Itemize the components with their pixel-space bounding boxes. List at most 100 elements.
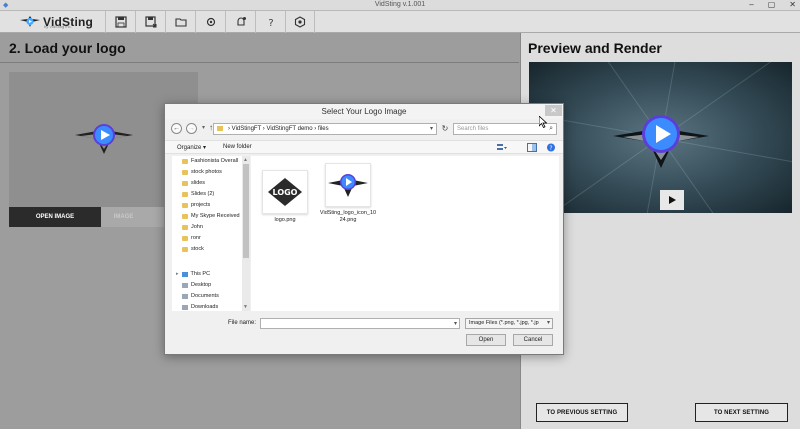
notifications-button[interactable]: [225, 11, 255, 33]
logo-subtitle: by VidSting Inc.: [44, 24, 72, 29]
file-thumbnail: [325, 163, 371, 207]
thumb-label: LOGO: [273, 188, 298, 197]
dialog-title: Select Your Logo Image: [165, 104, 563, 119]
chevron-down-icon: ▾: [546, 320, 550, 326]
close-icon[interactable]: ✕: [789, 0, 796, 9]
nav-item-label: Documents: [191, 293, 219, 299]
open-folder-button[interactable]: [165, 11, 195, 33]
scroll-down-icon[interactable]: ▼: [243, 304, 248, 310]
file-name-input[interactable]: ▾: [260, 318, 460, 329]
play-preview-button[interactable]: [660, 190, 684, 210]
refresh-icon: ↻: [441, 124, 449, 133]
downloads-icon: [182, 305, 188, 310]
nav-item-label: Fashionista Overall: [191, 158, 239, 164]
svg-text:?: ?: [549, 145, 552, 152]
cancel-button[interactable]: Cancel: [513, 334, 553, 346]
nav-folder-item[interactable]: John: [182, 222, 203, 233]
nav-item-label: This PC: [190, 271, 211, 277]
window-controls: – ▢ ✕: [749, 0, 796, 9]
forward-button[interactable]: →: [186, 123, 197, 134]
settings-button[interactable]: [285, 11, 315, 33]
file-type-value: Image Files (*.png, *.jpg, *.jp: [469, 320, 539, 326]
search-placeholder: Search files: [457, 126, 489, 132]
nav-item-label: stock photos: [191, 169, 222, 175]
open-image-tab[interactable]: OPEN IMAGE: [9, 207, 101, 227]
file-name-label: File name:: [228, 320, 257, 326]
window-titlebar: ◆ VidSting v.1.001 – ▢ ✕: [0, 0, 800, 11]
save-button[interactable]: [105, 11, 135, 33]
command-bar: Organize ▾ New folder ?: [165, 140, 563, 154]
folder-icon: [182, 159, 188, 164]
folder-icon: [182, 203, 188, 208]
preview-render-title: Preview and Render: [528, 40, 662, 56]
left-divider: [0, 62, 519, 63]
vidsting-logo-thumb-icon: [328, 174, 368, 197]
nav-folder-item[interactable]: My Skype Received: [182, 211, 240, 222]
breadcrumb-item[interactable]: VidStingFT demo: [266, 126, 312, 132]
arrow-left-icon: ←: [173, 125, 180, 132]
next-setting-button[interactable]: TO NEXT SETTING: [695, 403, 788, 422]
nav-pc-item[interactable]: Documents: [182, 291, 219, 302]
back-button[interactable]: ←: [171, 123, 182, 134]
preferences-button[interactable]: [195, 11, 225, 33]
nav-pc-item[interactable]: Desktop: [182, 280, 211, 291]
restore-icon[interactable]: ▢: [768, 0, 776, 9]
folder-icon: [217, 126, 223, 131]
svg-text:?: ?: [268, 18, 273, 28]
nav-folder-item[interactable]: projects: [182, 200, 210, 211]
settings-icon: [294, 16, 306, 28]
arrow-right-icon: →: [188, 125, 195, 132]
organize-menu[interactable]: Organize ▾: [177, 144, 206, 151]
nav-item-label: slides: [191, 180, 206, 186]
nav-item-label: projects: [191, 202, 211, 208]
help-button[interactable]: ?: [255, 11, 285, 33]
refresh-button[interactable]: ↻: [439, 123, 451, 135]
breadcrumb-item[interactable]: VidStingFT: [232, 126, 261, 132]
nav-folder-item[interactable]: stock: [182, 244, 204, 255]
nav-item-label: Slides (2): [191, 191, 215, 197]
nav-item-label: Desktop: [191, 282, 212, 288]
load-logo-title: 2. Load your logo: [9, 40, 126, 56]
minimize-icon[interactable]: –: [749, 0, 753, 9]
preview-pane-icon[interactable]: [527, 143, 537, 152]
folder-icon: [182, 181, 188, 186]
folder-icon: [182, 247, 188, 252]
save-as-icon: [144, 16, 156, 28]
nav-scrollbar[interactable]: ▲ ▼: [242, 156, 250, 311]
new-folder-button[interactable]: New folder: [223, 144, 252, 150]
main-toolbar: VidSting by VidSting Inc. ?: [0, 11, 800, 33]
help-icon[interactable]: ?: [546, 143, 556, 152]
bell-icon: [236, 17, 246, 26]
dialog-close-button[interactable]: ✕: [545, 105, 562, 116]
chevron-down-icon[interactable]: ▾: [454, 320, 457, 327]
close-icon: ✕: [550, 106, 557, 115]
address-dropdown-icon[interactable]: ▾: [430, 124, 433, 134]
breadcrumb-item[interactable]: files: [318, 126, 329, 132]
nav-folder-item[interactable]: Fashionista Overall: [182, 156, 238, 167]
file-item[interactable]: LOGO logo.png: [260, 170, 310, 224]
nav-pc-item[interactable]: Downloads: [182, 302, 218, 313]
logo-preview-image: [75, 124, 133, 154]
view-options-icon[interactable]: [497, 143, 507, 152]
nav-folder-item[interactable]: stock photos: [182, 167, 222, 178]
address-bar[interactable]: › VidStingFT › VidStingFT demo › files ▾: [213, 123, 437, 135]
open-button[interactable]: Open: [466, 334, 506, 346]
nav-folder-item[interactable]: Slides (2): [182, 189, 214, 200]
recent-dropdown-icon[interactable]: ▾: [202, 124, 205, 131]
save-as-button[interactable]: [135, 11, 165, 33]
image-tab[interactable]: IMAGE: [101, 207, 146, 227]
scroll-up-icon[interactable]: ▲: [243, 157, 248, 163]
nav-item-label: stock: [191, 246, 204, 252]
scroll-thumb[interactable]: [243, 164, 249, 258]
nav-item-label: My Skype Received: [191, 213, 240, 219]
expand-icon: ▸: [176, 271, 179, 277]
nav-this-pc[interactable]: ▸ This PC: [176, 269, 210, 280]
file-type-select[interactable]: Image Files (*.png, *.jpg, *.jp ▾: [465, 318, 553, 329]
nav-folder-item[interactable]: slides: [182, 178, 205, 189]
file-item[interactable]: VidSting_logo_icon_1024.png: [319, 163, 377, 224]
previous-setting-button[interactable]: TO PREVIOUS SETTING: [536, 403, 628, 422]
nav-item-label: Downloads: [191, 304, 219, 310]
vidsting-logo-icon: [20, 16, 40, 27]
search-icon: ⌕: [549, 125, 553, 132]
nav-folder-item[interactable]: ronr: [182, 233, 201, 244]
